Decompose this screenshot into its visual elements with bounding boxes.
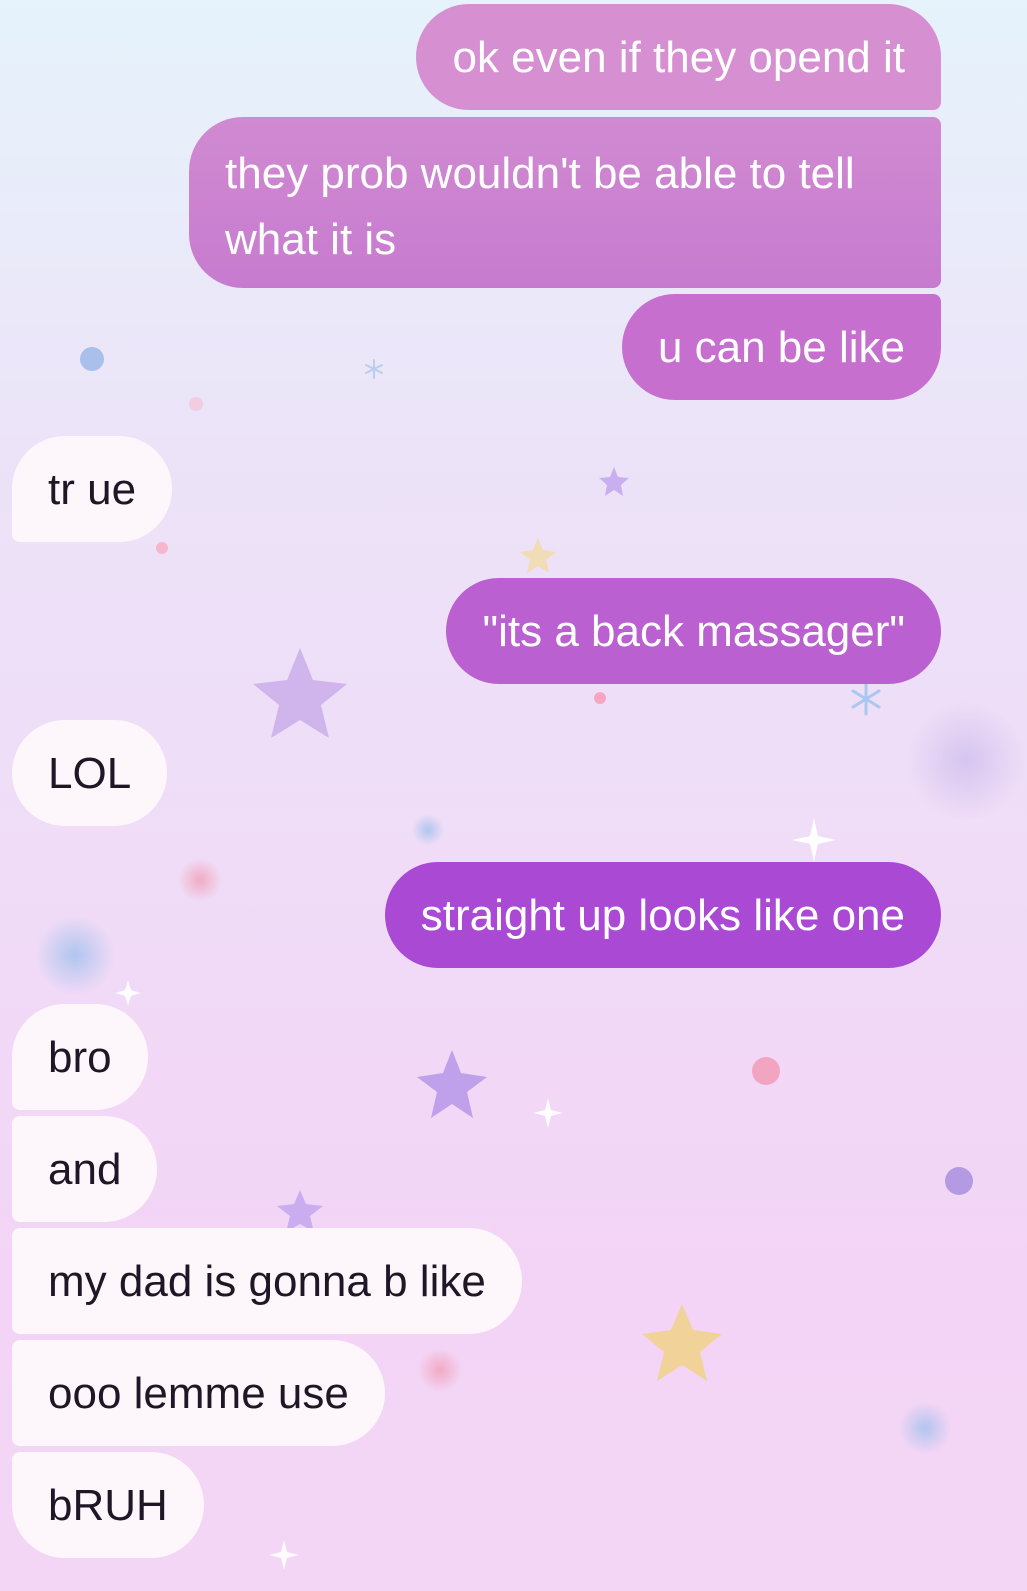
message-text: bro	[48, 1033, 112, 1082]
bubble-dot-icon	[80, 347, 104, 371]
star-icon	[277, 1190, 323, 1232]
outgoing-message[interactable]: u can be like	[621, 294, 941, 400]
chat-thread: ok even if they opend it they prob would…	[0, 0, 1027, 1591]
message-text: they prob wouldn't be able to tell what …	[225, 149, 855, 264]
bubble-dot-icon	[899, 1402, 951, 1454]
outgoing-message[interactable]: "its a back massager"	[446, 578, 941, 684]
incoming-message[interactable]: tr ue	[12, 436, 173, 542]
message-text: ooo lemme use	[48, 1369, 349, 1418]
incoming-message[interactable]: bro	[12, 1004, 148, 1110]
outgoing-message[interactable]: straight up looks like one	[384, 862, 941, 968]
message-text: my dad is gonna b like	[48, 1257, 486, 1306]
snowflake-icon	[851, 682, 881, 716]
bubble-dot-icon	[594, 692, 606, 704]
incoming-message[interactable]: bRUH	[12, 1452, 204, 1558]
bubble-dot-icon	[418, 1348, 462, 1392]
message-text: ok even if they opend it	[452, 33, 905, 82]
bubble-dot-icon	[156, 542, 168, 554]
incoming-message[interactable]: my dad is gonna b like	[12, 1228, 522, 1334]
message-text: tr ue	[48, 465, 137, 514]
incoming-message[interactable]: and	[12, 1116, 158, 1222]
snowflake-icon	[365, 359, 383, 379]
message-text: and	[48, 1145, 122, 1194]
star-icon	[253, 648, 347, 738]
outgoing-message[interactable]: they prob wouldn't be able to tell what …	[189, 117, 941, 288]
star-icon	[417, 1050, 487, 1118]
message-text: u can be like	[657, 323, 905, 372]
message-text: LOL	[48, 749, 132, 798]
star-icon	[599, 467, 629, 496]
outgoing-message[interactable]: ok even if they opend it	[416, 4, 941, 110]
message-text: bRUH	[48, 1481, 168, 1530]
bubble-dot-icon	[752, 1057, 780, 1085]
bubble-dot-icon	[35, 915, 115, 995]
star-icon	[520, 538, 556, 573]
bubble-dot-icon	[189, 397, 203, 411]
message-text: "its a back massager"	[482, 607, 905, 656]
bubble-dot-icon	[945, 1167, 973, 1195]
bubble-dot-icon	[906, 700, 1026, 820]
bubble-dot-icon	[178, 858, 222, 902]
message-text: straight up looks like one	[420, 891, 905, 940]
bubble-dot-icon	[412, 814, 444, 846]
incoming-message[interactable]: ooo lemme use	[12, 1340, 385, 1446]
incoming-message[interactable]: LOL	[12, 720, 168, 826]
star-icon	[642, 1304, 722, 1381]
